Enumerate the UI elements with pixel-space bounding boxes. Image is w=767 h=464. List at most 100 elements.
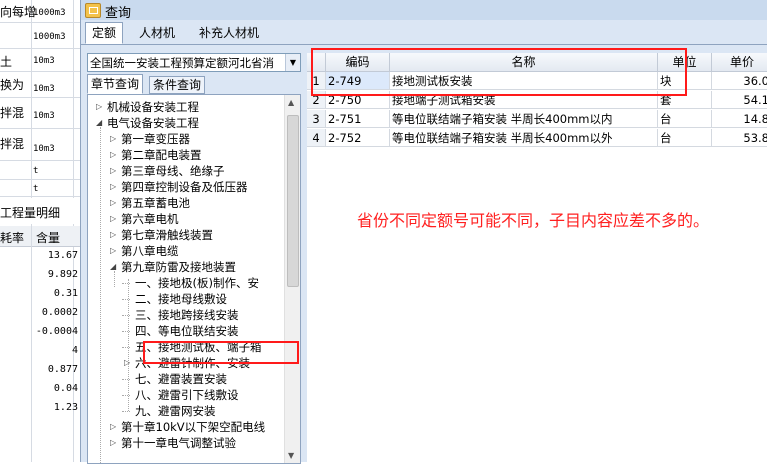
tree-node-label: 七、避雷装置安装: [135, 372, 227, 386]
collapsed-arrow-icon[interactable]: ▷: [110, 195, 116, 211]
expanded-arrow-icon[interactable]: ◢: [110, 259, 116, 275]
collapsed-arrow-icon[interactable]: ▷: [110, 147, 116, 163]
quota-library-select[interactable]: 全国统一安装工程预算定额河北省消 ▼: [87, 53, 301, 72]
sheet-row[interactable]: 土 10m3: [0, 49, 80, 72]
tab-labor-materials[interactable]: 人材机: [133, 23, 181, 43]
sheet-row[interactable]: t: [0, 180, 80, 197]
sheet-cell: 10m3: [33, 56, 55, 66]
scrollbar-thumb[interactable]: [287, 115, 299, 287]
row-number-header: [307, 53, 326, 72]
tab-supplementary[interactable]: 补充人材机: [193, 23, 265, 43]
tree-node-label: 第四章控制设备及低压器: [121, 180, 248, 194]
tree-scrollbar[interactable]: ▲ ▼: [284, 95, 300, 463]
tree-node-label: 第六章电机: [121, 212, 179, 226]
tree-node-label: 二、接地母线敷设: [135, 292, 227, 306]
qty-value: 4: [71, 345, 78, 356]
collapsed-arrow-icon[interactable]: ▷: [110, 179, 116, 195]
tree-branch-line: [122, 315, 130, 316]
tab-quantity-detail[interactable]: 工程量明细: [0, 198, 80, 224]
tree-node-label: 一、接地极(板)制作、安: [135, 276, 259, 290]
code-cell[interactable]: 2-749: [326, 72, 390, 90]
qty-value: 0.31: [53, 288, 78, 299]
sheet-cell: 1000m3: [33, 32, 66, 42]
sheet-cell: t: [33, 184, 39, 194]
tree-node-label: 六、避雷针制作、安装: [135, 356, 250, 370]
scroll-down-icon[interactable]: ▼: [288, 451, 294, 460]
sheet-row[interactable]: 拌混 10m3: [0, 98, 80, 129]
price-cell[interactable]: 14.8: [712, 110, 767, 128]
column-header-unit[interactable]: 单位: [658, 53, 712, 72]
row-number-cell[interactable]: 2: [307, 91, 326, 109]
column-header-code[interactable]: 编码: [326, 53, 390, 72]
tree-node-label: 第十章10kV以下架空配电线: [121, 420, 266, 434]
price-cell[interactable]: 53.8: [712, 129, 767, 147]
row-number-cell[interactable]: 4: [307, 129, 326, 147]
scroll-up-icon[interactable]: ▲: [288, 98, 294, 107]
collapsed-arrow-icon[interactable]: ▷: [110, 227, 116, 243]
row-number-cell[interactable]: 1: [307, 72, 326, 90]
tab-quota[interactable]: 定额: [85, 22, 124, 44]
sheet-cell: 10m3: [33, 111, 55, 121]
tree-branch-line: [122, 299, 130, 300]
code-cell[interactable]: 2-751: [326, 110, 390, 128]
tree-branch-line: [122, 347, 130, 348]
collapsed-arrow-icon[interactable]: ▷: [110, 131, 116, 147]
qty-value: 0.0002: [41, 307, 78, 318]
collapsed-arrow-icon[interactable]: ▷: [110, 211, 116, 227]
unit-cell[interactable]: 台: [658, 110, 712, 128]
collapsed-arrow-icon[interactable]: ▷: [110, 435, 116, 451]
unit-cell[interactable]: 块: [658, 72, 712, 90]
tab-chapter-search[interactable]: 章节查询: [87, 74, 144, 94]
sheet-row[interactable]: t: [0, 161, 80, 180]
column-header-price[interactable]: 单价: [712, 53, 767, 72]
sheet-row[interactable]: 向每增 1000m3: [0, 0, 80, 23]
annotation-note: 省份不同定额号可能不同，子目内容应差不多的。: [357, 211, 710, 230]
tree-node-label: 四、等电位联结安装: [135, 324, 239, 338]
dialog-title: 查询: [105, 6, 132, 21]
quota-results-table: 编码 名称 单位 单价 1 2-749 接地测试板安装块 36.0 2 2-750 接地端子…: [307, 53, 767, 462]
name-cell[interactable]: 等电位联结端子箱安装 半周长400mm以外: [390, 129, 658, 147]
collapsed-arrow-icon[interactable]: ▷: [110, 243, 116, 259]
tree-guide-line: [100, 127, 101, 463]
sheet-cell: 拌混: [0, 137, 25, 151]
code-cell[interactable]: 2-750: [326, 91, 390, 109]
code-cell[interactable]: 2-752: [326, 129, 390, 147]
tree-node-label: 五、接地测试板、端子箱: [135, 340, 262, 354]
sheet-row[interactable]: 1000m3: [0, 23, 80, 49]
name-cell[interactable]: 接地端子测试箱安装: [390, 91, 658, 109]
price-cell[interactable]: 36.0: [712, 72, 767, 90]
tab-label: 工程量明细: [0, 206, 61, 220]
tree-node-label: 第二章配电装置: [121, 148, 202, 162]
sheet-header: 耗率 含量: [0, 226, 80, 247]
sheet-cell: 拌混: [0, 106, 25, 120]
tree-branch-line: [122, 331, 130, 332]
tree-node-label: 第九章防雷及接地装置: [121, 260, 236, 274]
tree-node-label: 第八章电缆: [121, 244, 179, 258]
expanded-arrow-icon[interactable]: ◢: [96, 115, 102, 131]
search-mode-tabs: 章节查询 条件查询: [87, 74, 299, 94]
name-cell[interactable]: 等电位联结端子箱安装 半周长400mm以内: [390, 110, 658, 128]
price-cell[interactable]: 54.1: [712, 91, 767, 109]
qty-value: 0.877: [47, 364, 78, 375]
column-header-name[interactable]: 名称: [390, 53, 658, 72]
collapsed-arrow-icon[interactable]: ▷: [110, 163, 116, 179]
tree-node-label: 第三章母线、绝缘子: [121, 164, 225, 178]
row-number-cell[interactable]: 3: [307, 110, 326, 128]
name-cell[interactable]: 接地测试板安装: [390, 72, 658, 90]
dialog-titlebar[interactable]: 查询: [81, 0, 767, 21]
chevron-down-icon[interactable]: ▼: [285, 54, 300, 71]
tree-branch-line: [122, 395, 130, 396]
dialog-tabs: 定额 人材机 补充人材机: [81, 22, 767, 45]
collapsed-arrow-icon[interactable]: ▷: [110, 419, 116, 435]
tree-node-label: 第一章变压器: [121, 132, 190, 146]
tab-condition-search[interactable]: 条件查询: [149, 76, 206, 94]
collapsed-arrow-icon[interactable]: ▷: [124, 355, 130, 371]
unit-cell[interactable]: 台: [658, 129, 712, 147]
sheet-cell: 10m3: [33, 144, 55, 154]
tree-node-label: 电气设备安装工程: [107, 116, 199, 130]
collapsed-arrow-icon[interactable]: ▷: [96, 99, 102, 115]
sheet-row[interactable]: 换为 10m3: [0, 72, 80, 98]
unit-cell[interactable]: 套: [658, 91, 712, 109]
qty-value: 1.23: [53, 402, 78, 413]
sheet-row[interactable]: 拌混 10m3: [0, 129, 80, 161]
